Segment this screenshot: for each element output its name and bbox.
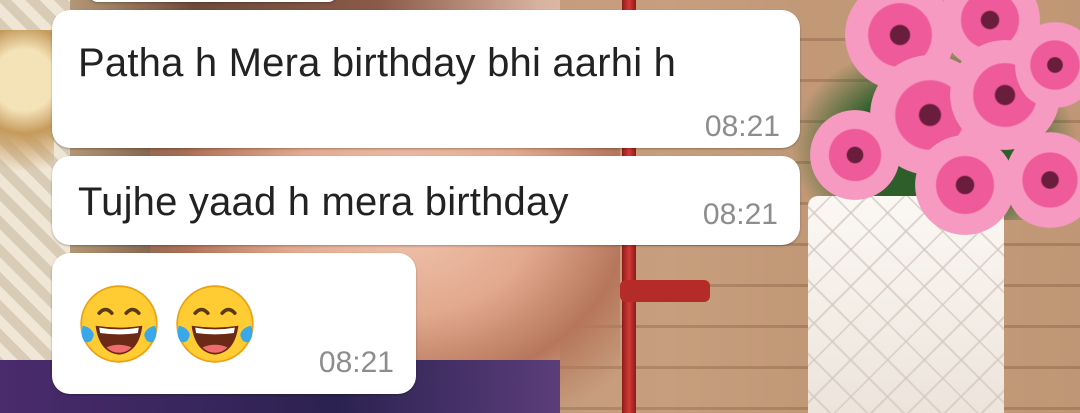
message-text: Tujhe yaad h mera birthday	[78, 180, 569, 224]
message-timestamp: 08:21	[318, 346, 394, 379]
wallpaper-flower	[915, 135, 1015, 235]
message-timestamp: 08:21	[702, 198, 778, 231]
message-bubble[interactable]: 08:21	[52, 253, 416, 394]
message-timestamp: 08:21	[704, 110, 780, 143]
previous-message-bubble-edge	[88, 0, 338, 2]
wallpaper-lamp	[0, 30, 54, 230]
face-with-tears-of-joy-icon	[176, 285, 254, 363]
message-text: Patha h Mera birthday bhi aarhi h	[78, 41, 677, 85]
wallpaper-pipe-joint	[620, 280, 710, 302]
wallpaper-flower	[810, 110, 900, 200]
face-with-tears-of-joy-icon	[80, 285, 158, 363]
message-bubble[interactable]: Tujhe yaad h mera birthday 08:21	[52, 156, 800, 245]
message-bubble[interactable]: Patha h Mera birthday bhi aarhi h 08:21	[52, 10, 800, 148]
emoji-row	[74, 279, 260, 369]
